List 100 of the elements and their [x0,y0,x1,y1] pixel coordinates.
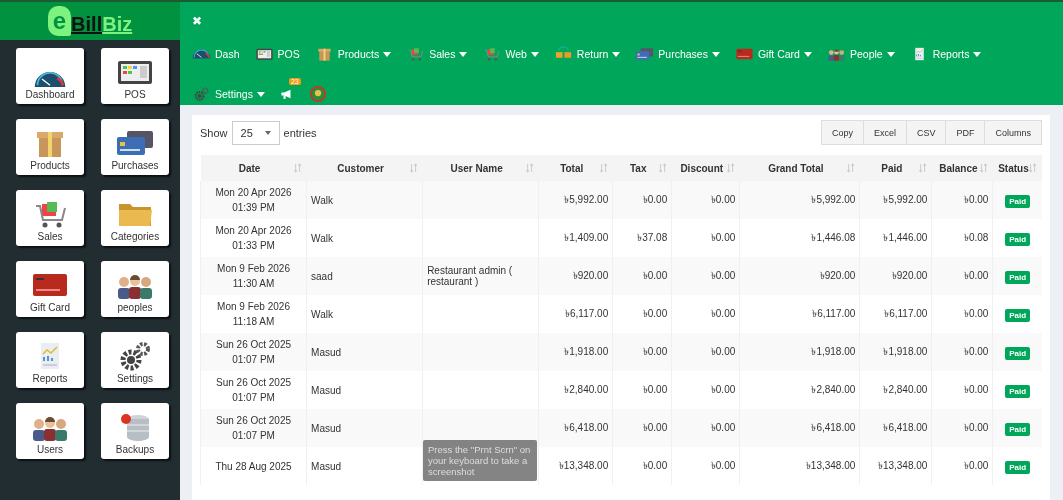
column-header[interactable]: Grand Total [739,155,860,181]
table-cell: ৳0.00 [931,447,993,485]
entries-label: entries [283,126,317,139]
sort-icon [525,163,534,173]
sidebar-tile[interactable]: Reports [16,332,84,388]
table-cell: ৳0.00 [612,181,672,219]
logo-text: Bill [71,13,103,36]
status-badge: Paid [1005,232,1031,246]
sort-icon [293,163,302,173]
table-cell: ৳6,418.00 [859,409,932,447]
status-badge: Paid [1005,346,1031,360]
table-cell: Masud [306,333,423,371]
table-cell: ৳0.00 [931,333,993,371]
sort-icon [409,163,418,173]
sidebar-tile[interactable]: Products [16,119,84,175]
table-cell: ৳1,918.00 [739,333,860,371]
sidebar-tile[interactable]: Backups [101,403,169,459]
column-header[interactable]: Balance [931,155,993,181]
status-badge: Paid [1005,270,1031,284]
table-cell: ৳6,418.00 [739,409,860,447]
sort-icon [1029,163,1037,173]
status-badge: Paid [1005,460,1031,474]
table-cell: ৳0.00 [931,181,993,219]
table-cell: ৳0.00 [671,447,740,485]
column-header[interactable]: Tax [612,155,672,181]
table-cell: ৳5,992.00 [739,181,860,219]
table-cell: ৳5,992.00 [859,181,932,219]
sort-icon [979,163,988,173]
table-cell: ৳13,348.00 [859,447,932,485]
column-header[interactable]: Date [200,155,307,181]
shopping-cart-icon [406,46,426,62]
export-button[interactable]: CSV [905,120,947,145]
table-cell: Mon 9 Feb 2026 11:30 AM [200,257,307,295]
sidebar-tile[interactable]: Gift Card [16,261,84,317]
table-cell: ৳0.00 [931,409,993,447]
status-badge: Paid [1005,194,1031,208]
column-header[interactable]: Discount [671,155,740,181]
sort-icon [846,163,855,173]
table-cell: ৳0.00 [671,333,740,371]
table-cell: ৳920.00 [538,257,613,295]
table-cell: ৳6,418.00 [538,409,613,447]
table-cell: Mon 20 Apr 2026 01:39 PM [200,181,307,219]
sidebar-tile[interactable]: Purchases [101,119,169,175]
export-button[interactable]: Columns [984,120,1042,145]
logo-text: Biz [102,13,133,36]
table-cell: ৳0.00 [612,447,672,485]
table-cell: ৳0.00 [671,409,740,447]
table-cell: Restaurant admin ( restaurant ) [422,257,539,295]
sidebar-tile[interactable]: POS [101,48,169,104]
sidebar-tile[interactable]: Categories [101,190,169,246]
column-header[interactable]: Status [992,155,1042,181]
sidebar-tile[interactable]: Sales [16,190,84,246]
table-cell: ৳920.00 [739,257,860,295]
terminal-icon [254,46,274,62]
logo-badge: e [47,6,72,36]
column-header[interactable]: User Name [422,155,539,181]
table-cell: ৳0.00 [931,257,993,295]
sort-icon [918,163,927,173]
table-cell: Masud [306,447,423,485]
table-cell: ৳0.00 [671,257,740,295]
entries-select[interactable]: 25 [231,120,280,145]
export-button[interactable]: PDF [945,120,986,145]
credit-cards-icon [635,46,655,62]
table-cell: Masud [306,409,423,447]
sidebar-tile[interactable]: Dashboard [16,48,84,104]
table-cell: ৳920.00 [859,257,932,295]
toast-message: Press the "Prnt Scrn" on your keyboard to take a screenshot [423,440,537,481]
table-cell: saad [306,257,423,295]
emblem-icon[interactable] [308,85,327,103]
table-cell: ৳5,992.00 [538,181,613,219]
table-cell: ৳0.00 [671,181,740,219]
shopping-cart-icon [482,46,502,62]
table-cell: ৳1,918.00 [859,333,932,371]
table-cell: Sun 26 Oct 2025 01:07 PM [200,333,307,371]
table-cell: ৳0.00 [612,333,672,371]
sort-icon [599,163,608,173]
megaphone-icon[interactable] [279,88,294,100]
export-button[interactable]: Excel [862,120,907,145]
export-button[interactable]: Copy [820,120,864,145]
table-cell: ৳1,918.00 [538,333,613,371]
column-header[interactable]: Total [538,155,613,181]
show-label: Show [200,126,228,139]
table-cell: ৳13,348.00 [538,447,613,485]
card-icon [734,46,754,62]
status-badge: Paid [1005,384,1031,398]
settings-icon [192,86,211,102]
table-cell: Thu 28 Aug 2025 [200,447,307,485]
status-badge: Paid [1005,422,1031,436]
table-cell: ৳13,348.00 [739,447,860,485]
column-header[interactable]: Customer [306,155,423,181]
sidebar-tile[interactable]: Settings [101,332,169,388]
sidebar-tile[interactable]: peoples [101,261,169,317]
sidebar-tile[interactable]: Users [16,403,84,459]
table-cell: ৳0.00 [612,257,672,295]
people-icon [826,46,846,62]
sort-icon [726,163,735,173]
sort-icon [658,163,667,173]
table-cell: Sun 26 Oct 2025 01:07 PM [200,409,307,447]
column-header[interactable]: Paid [859,155,932,181]
table-cell: ৳0.00 [612,409,672,447]
